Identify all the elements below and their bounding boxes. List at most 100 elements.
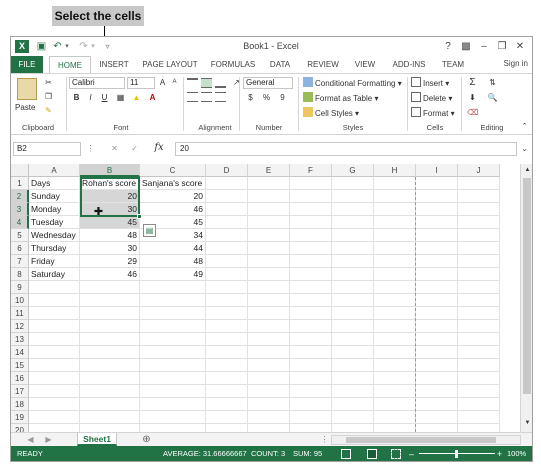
quick-analysis-icon[interactable]: ▤ [143, 224, 156, 237]
cell-f18[interactable] [290, 398, 332, 411]
cell-j11[interactable] [458, 307, 500, 320]
zoom-slider-handle[interactable] [455, 450, 458, 458]
cell-i14[interactable] [416, 346, 458, 359]
row-header-10[interactable]: 10 [11, 294, 29, 307]
cell-j16[interactable] [458, 372, 500, 385]
cell-h2[interactable] [374, 190, 416, 203]
cell-h16[interactable] [374, 372, 416, 385]
cell-h6[interactable] [374, 242, 416, 255]
zoom-out-icon[interactable]: – [409, 446, 414, 461]
cell-d6[interactable] [206, 242, 248, 255]
align-left-icon[interactable] [187, 92, 198, 102]
cell-i11[interactable] [416, 307, 458, 320]
cell-a10[interactable] [29, 294, 80, 307]
cell-a11[interactable] [29, 307, 80, 320]
cell-a12[interactable] [29, 320, 80, 333]
cell-e2[interactable] [248, 190, 290, 203]
font-color-icon[interactable]: A [147, 92, 158, 103]
cell-a14[interactable] [29, 346, 80, 359]
cell-e5[interactable] [248, 229, 290, 242]
cell-d10[interactable] [206, 294, 248, 307]
cell-f6[interactable] [290, 242, 332, 255]
cell-c8[interactable]: 49 [140, 268, 206, 281]
cell-a6[interactable]: Thursday [29, 242, 80, 255]
cell-h10[interactable] [374, 294, 416, 307]
cell-a13[interactable] [29, 333, 80, 346]
tab-team[interactable]: TEAM [435, 56, 471, 73]
cell-e12[interactable] [248, 320, 290, 333]
cell-d13[interactable] [206, 333, 248, 346]
row-header-16[interactable]: 16 [11, 372, 29, 385]
cell-a15[interactable] [29, 359, 80, 372]
decrease-font-icon[interactable]: A [169, 77, 180, 88]
worksheet-grid[interactable]: ABCDEFGHIJ 1 2 3 4 5 6 7 8 9 10 11 12 13 14 15 16 17 18 19… [11, 164, 520, 432]
cell-f20[interactable] [290, 424, 332, 432]
cell-a19[interactable] [29, 411, 80, 424]
cell-f7[interactable] [290, 255, 332, 268]
cell-g6[interactable] [332, 242, 374, 255]
tab-add-ins[interactable]: ADD-INS [387, 56, 431, 73]
column-header-b[interactable]: B [80, 164, 140, 177]
cell-i19[interactable] [416, 411, 458, 424]
name-box[interactable]: B2 [13, 142, 81, 156]
cell-j19[interactable] [458, 411, 500, 424]
cell-b10[interactable] [80, 294, 140, 307]
align-right-icon[interactable] [215, 92, 226, 102]
row-header-2[interactable]: 2 [11, 190, 29, 203]
sign-in-link[interactable]: Sign in [504, 59, 528, 68]
cell-c16[interactable] [140, 372, 206, 385]
horizontal-scrollbar[interactable] [331, 435, 521, 445]
cancel-entry-icon[interactable]: ✕ [109, 143, 120, 154]
find-select-icon[interactable]: 🔍 [487, 92, 498, 103]
cell-f8[interactable] [290, 268, 332, 281]
cell-g20[interactable] [332, 424, 374, 432]
cell-e14[interactable] [248, 346, 290, 359]
cell-e11[interactable] [248, 307, 290, 320]
cell-h3[interactable] [374, 203, 416, 216]
cell-a1[interactable]: Days [29, 177, 80, 190]
cell-e10[interactable] [248, 294, 290, 307]
font-size-combo[interactable]: 11 [127, 77, 155, 89]
tab-home[interactable]: HOME [49, 56, 91, 73]
row-header-11[interactable]: 11 [11, 307, 29, 320]
percent-button[interactable]: % [261, 92, 272, 103]
cell-j2[interactable] [458, 190, 500, 203]
cell-e20[interactable] [248, 424, 290, 432]
cell-b5[interactable]: 48 [80, 229, 140, 242]
next-sheet-icon[interactable]: ▶ [43, 434, 54, 445]
formula-input[interactable]: 20 [175, 142, 517, 156]
autosum-icon[interactable]: Σ [467, 77, 478, 88]
cell-i9[interactable] [416, 281, 458, 294]
cell-f1[interactable] [290, 177, 332, 190]
tab-page-layout[interactable]: PAGE LAYOUT [137, 56, 203, 73]
insert-function-button[interactable]: fx [151, 142, 167, 153]
cell-b20[interactable] [80, 424, 140, 432]
cell-g12[interactable] [332, 320, 374, 333]
top-align-icon[interactable] [187, 78, 198, 88]
cell-i5[interactable] [416, 229, 458, 242]
cell-styles-button[interactable]: Cell Styles ▾ [303, 107, 359, 119]
cell-g3[interactable] [332, 203, 374, 216]
cell-h18[interactable] [374, 398, 416, 411]
cell-f16[interactable] [290, 372, 332, 385]
insert-cells-button[interactable]: Insert ▾ [411, 77, 449, 89]
row-header-4[interactable]: 4 [11, 216, 29, 229]
cell-h12[interactable] [374, 320, 416, 333]
cell-d2[interactable] [206, 190, 248, 203]
number-format-combo[interactable]: General [243, 77, 293, 89]
cell-d3[interactable] [206, 203, 248, 216]
row-header-5[interactable]: 5 [11, 229, 29, 242]
delete-cells-button[interactable]: Delete ▾ [411, 92, 452, 104]
row-header-19[interactable]: 19 [11, 411, 29, 424]
cell-e18[interactable] [248, 398, 290, 411]
cell-c14[interactable] [140, 346, 206, 359]
collapse-ribbon-icon[interactable]: ⌃ [519, 121, 530, 132]
cell-j4[interactable] [458, 216, 500, 229]
cell-c20[interactable] [140, 424, 206, 432]
tab-view[interactable]: VIEW [349, 56, 381, 73]
cell-d4[interactable] [206, 216, 248, 229]
column-header-i[interactable]: I [416, 164, 458, 177]
close-button[interactable]: ✕ [513, 40, 527, 53]
cell-i20[interactable] [416, 424, 458, 432]
cell-e19[interactable] [248, 411, 290, 424]
